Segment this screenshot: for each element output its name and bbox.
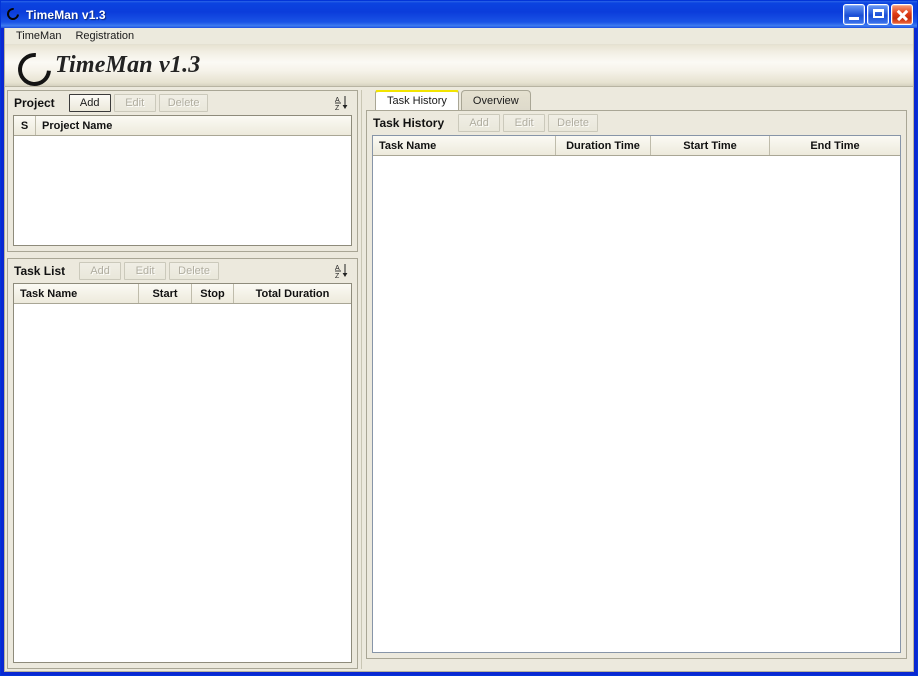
tab-task-history[interactable]: Task History [375,90,459,110]
task-list-col-task-name[interactable]: Task Name [14,284,139,303]
main-split-container: Project Add Edit Delete A Z S Project Na… [5,87,913,671]
project-add-button[interactable]: Add [68,94,111,112]
menu-item-registration[interactable]: Registration [68,29,141,43]
task-history-panel-title: Task History [373,116,445,130]
right-pane-footer [366,659,911,669]
ring-logo-icon [16,51,46,81]
task-list-table-body[interactable] [14,304,351,662]
task-history-table-header: Task Name Duration Time Start Time End T… [373,136,900,156]
menu-bar: TimeMan Registration [5,28,913,45]
ring-logo-icon [4,5,22,23]
app-title: TimeMan v1.3 [55,52,201,78]
task-list-table: Task Name Start Stop Total Duration [13,283,352,663]
tab-strip: Task History Overview [366,90,911,110]
task-list-panel-title: Task List [14,264,66,278]
project-table: S Project Name [13,115,352,246]
client-area: TimeMan Registration TimeMan v1.3 Projec… [4,28,914,672]
task-history-col-start-time[interactable]: Start Time [651,136,770,155]
project-delete-button: Delete [158,94,209,112]
task-history-table-body[interactable] [373,156,900,652]
task-history-col-end-time[interactable]: End Time [770,136,900,155]
project-table-header: S Project Name [14,116,351,136]
task-list-col-stop[interactable]: Stop [192,284,234,303]
maximize-button[interactable] [867,4,889,25]
svg-text:Z: Z [335,273,340,279]
right-pane: Task History Overview Task History Add E… [366,90,911,669]
pane-splitter[interactable] [358,90,366,669]
task-list-col-start[interactable]: Start [139,284,192,303]
close-button[interactable] [891,4,913,25]
project-edit-button: Edit [113,94,156,112]
project-panel: Project Add Edit Delete A Z S Project Na… [7,90,358,252]
project-panel-title: Project [14,96,55,110]
app-banner: TimeMan v1.3 [5,45,913,87]
title-bar[interactable]: TimeMan v1.3 [1,1,917,28]
project-col-project-name[interactable]: Project Name [36,116,351,135]
svg-text:Z: Z [335,105,340,111]
task-history-delete-button: Delete [548,114,598,132]
task-list-col-total-duration[interactable]: Total Duration [234,284,351,303]
window-controls [843,4,915,25]
task-list-table-header: Task Name Start Stop Total Duration [14,284,351,304]
task-history-toolbar: Task History Add Edit Delete [367,111,906,135]
task-history-table: Task Name Duration Time Start Time End T… [372,135,901,653]
left-pane: Project Add Edit Delete A Z S Project Na… [7,90,358,669]
task-list-panel: Task List Add Edit Delete A Z Task Name … [7,258,358,669]
window-title: TimeMan v1.3 [26,7,106,22]
project-toolbar: Project Add Edit Delete A Z [8,91,357,115]
task-list-add-button: Add [79,262,122,280]
task-history-panel: Task History Add Edit Delete Task Name D… [366,110,907,659]
menu-item-timeman[interactable]: TimeMan [9,29,68,43]
task-history-col-duration-time[interactable]: Duration Time [556,136,651,155]
task-list-edit-button: Edit [124,262,167,280]
task-list-delete-button: Delete [169,262,219,280]
project-table-body[interactable] [14,136,351,245]
task-history-edit-button: Edit [503,114,546,132]
minimize-button[interactable] [843,4,865,25]
tab-overview[interactable]: Overview [460,90,531,110]
sort-az-descending-icon[interactable]: A Z [331,261,353,281]
sort-az-descending-icon[interactable]: A Z [331,93,353,113]
task-list-toolbar: Task List Add Edit Delete A Z [8,259,357,283]
project-col-s[interactable]: S [14,116,36,135]
task-history-add-button: Add [458,114,501,132]
task-history-col-task-name[interactable]: Task Name [373,136,556,155]
application-window: TimeMan v1.3 TimeMan Registration TimeMa… [0,0,918,676]
